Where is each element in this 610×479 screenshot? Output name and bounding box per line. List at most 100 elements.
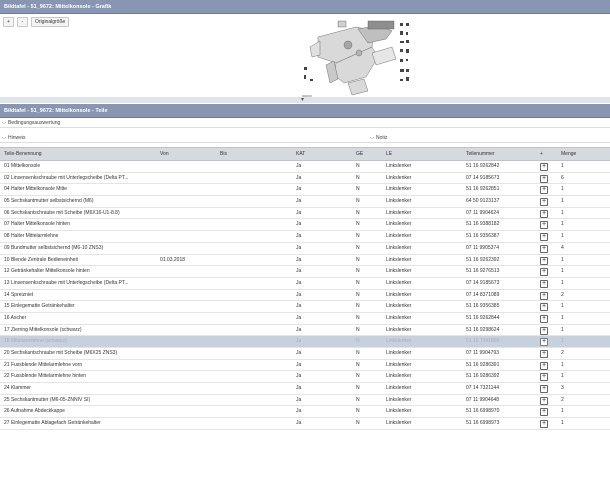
table-row[interactable]: 20 Sechskantschraube mit Scheibe (M6X25 … (0, 348, 610, 360)
table-row[interactable]: 26 Aufnahme Abdeckkappe Ja N Linkslenker 51 … (0, 406, 610, 419)
quantity-cell: 1 (561, 163, 564, 169)
ge-cell: N (356, 303, 360, 310)
note-toggle[interactable]: ⌵ Notiz (368, 134, 387, 143)
part-name-cell: 12 Getränkehalter Mittelkonsole hinten (4, 268, 90, 275)
part-number-cell: 07 14 8371089 (466, 291, 500, 298)
table-row[interactable]: 17 Zierring Mittelkonsole (schwarz) Ja N Li… (0, 325, 610, 337)
chevron-down-icon[interactable]: ⌵ (0, 119, 8, 128)
add-cell: + (537, 313, 557, 324)
kat-cell: Ja (296, 209, 302, 216)
add-to-cart-button[interactable]: + (540, 291, 548, 300)
steering-cell: Linkslenker (386, 361, 412, 368)
column-header-kat[interactable]: KAT (292, 148, 352, 160)
part-name-cell: 10 Blende Zentrale Bedieneinheit (4, 256, 78, 263)
table-row[interactable]: 13 Linsensenkschraube mit Unterlegscheib… (0, 278, 610, 290)
kat-cell: Ja (296, 420, 302, 427)
table-row[interactable]: 24 Klammer Ja N Linkslenker 07 14 7321144 +3 (0, 383, 610, 395)
steering-cell: Linkslenker (386, 163, 412, 169)
valid-to-cell (216, 395, 292, 406)
ge-cell: N (356, 385, 360, 392)
add-to-cart-button[interactable]: + (540, 338, 548, 347)
table-row[interactable]: 14 Spreizniet Ja N Linkslenker 07 14 8371089… (0, 290, 610, 302)
column-header-von[interactable]: Von (156, 148, 216, 160)
part-number-cell: 51 16 9356385 (466, 303, 500, 310)
steering-cell: Linkslenker (386, 279, 412, 286)
original-size-button[interactable]: Originalgröße (31, 17, 70, 27)
add-to-cart-button[interactable]: + (540, 186, 548, 195)
add-to-cart-button[interactable]: + (540, 314, 548, 323)
table-row[interactable]: 27 Einlegematte Ablagefach Getränkehalte… (0, 418, 610, 430)
add-to-cart-button[interactable]: + (540, 244, 548, 253)
table-row[interactable]: 01 Mittelkonsole Ja N Linkslenker 51 16 9262… (0, 161, 610, 173)
add-to-cart-button[interactable]: + (540, 268, 548, 277)
table-row[interactable]: 16 Ascher Ja N Linkslenker 51 16 9262844 +1 (0, 313, 610, 325)
add-to-cart-button[interactable]: + (540, 350, 548, 358)
add-to-cart-button[interactable]: + (540, 233, 548, 242)
part-name-cell: 25 Sechskantmutter (M6-05-ZNNIV SI) (4, 396, 91, 403)
zoom-in-button[interactable]: + (3, 17, 14, 27)
quantity-cell: 3 (561, 385, 564, 392)
chevron-down-icon[interactable]: ⌵ (368, 134, 376, 143)
quantity-cell: 1 (561, 314, 564, 321)
valid-from-cell (156, 161, 216, 172)
add-to-cart-button[interactable]: + (540, 174, 548, 183)
kat-cell: Ja (296, 373, 302, 380)
add-to-cart-button[interactable]: + (540, 361, 548, 370)
quantity-cell: 1 (561, 303, 564, 310)
condition-filter-row[interactable]: ⌵ Bedingungsauswertung (0, 119, 610, 128)
add-to-cart-button[interactable]: + (540, 163, 548, 171)
table-row[interactable]: 15 Einlegematte Getränkehalter Ja N Linksle… (0, 301, 610, 313)
add-to-cart-button[interactable]: + (540, 198, 548, 207)
valid-to-cell (216, 290, 292, 301)
column-header-name[interactable]: Teile-Benennung (0, 148, 156, 160)
chevron-down-icon[interactable]: ⌵ (0, 134, 8, 143)
valid-to-cell (216, 219, 292, 230)
add-to-cart-button[interactable]: + (540, 373, 548, 382)
add-to-cart-button[interactable]: + (540, 385, 548, 394)
column-header-ge[interactable]: GE (352, 148, 382, 160)
table-row[interactable]: 04 Halter Mittelkonsole Mitte Ja N Linkslen… (0, 184, 610, 197)
exploded-parts-diagram[interactable]: 0000000 (296, 17, 426, 101)
ge-cell: N (356, 373, 360, 380)
column-header-bis[interactable]: Bis (216, 148, 292, 160)
chevron-down-icon[interactable]: ▾ (301, 96, 304, 103)
table-row[interactable]: 21 Fussblende Mittelarmlehne vorn Ja N Link… (0, 360, 610, 372)
column-header-le[interactable]: LE (382, 148, 462, 160)
column-header-add[interactable]: + (537, 148, 557, 160)
add-to-cart-button[interactable]: + (540, 420, 548, 429)
ge-cell: N (356, 396, 360, 403)
add-to-cart-button[interactable]: + (540, 221, 548, 230)
valid-from-cell (156, 325, 216, 336)
table-row[interactable]: 09 Bundmutter selbstsichernd (M6-10 ZNS3… (0, 243, 610, 255)
zoom-out-button[interactable]: - (17, 17, 28, 27)
panel-splitter[interactable]: ▾ (0, 97, 610, 103)
table-row[interactable]: 05 Sechskantmutter selbstsichernd (M6) Ja… (0, 196, 610, 208)
hint-label[interactable]: Hinweis (8, 135, 26, 141)
add-to-cart-button[interactable]: + (540, 209, 548, 218)
add-to-cart-button[interactable]: + (540, 326, 548, 335)
table-row[interactable]: 22 Fussblende Mittelarmlehne hinten Ja N Li… (0, 371, 610, 384)
valid-to-cell (216, 313, 292, 324)
table-row[interactable]: 08 Halter Mittelarmlehne Ja N Linkslenker 51… (0, 231, 610, 243)
table-row[interactable]: 07 Halter Mittelkonsole hinten Ja N Linksle… (0, 219, 610, 232)
part-number-cell: 51 16 7341809 (466, 338, 500, 345)
add-to-cart-button[interactable]: + (540, 279, 548, 288)
table-row[interactable]: 10 Blende Zentrale Bedieneinheit 01.03.20… (0, 255, 610, 267)
table-row[interactable]: 25 Sechskantmutter (M6-05-ZNNIV SI) Ja N Li… (0, 395, 610, 407)
add-to-cart-button[interactable]: + (540, 408, 548, 417)
valid-from-cell (156, 406, 216, 417)
part-name-cell: 14 Spreizniet (4, 291, 34, 298)
table-row[interactable]: 02 Linsensenkschraube mit Unterlegscheib… (0, 173, 610, 185)
table-row[interactable]: 06 Sechskantschraube mit Scheibe (M6X16-… (0, 208, 610, 220)
ge-cell: N (356, 244, 360, 251)
add-to-cart-button[interactable]: + (540, 256, 548, 265)
table-row[interactable]: 18 Mittelarmlehne (schwarz) Ja N Linkslenke… (0, 336, 610, 348)
add-to-cart-button[interactable]: + (540, 303, 548, 312)
table-row[interactable]: 12 Getränkehalter Mittelkonsole hinten Ja… (0, 266, 610, 278)
column-header-menge[interactable]: Menge (557, 148, 610, 160)
steering-cell: Linkslenker (386, 350, 412, 356)
kat-cell: Ja (296, 350, 302, 356)
column-header-part-number[interactable]: Teilenummer (462, 148, 537, 160)
add-to-cart-button[interactable]: + (540, 396, 548, 405)
parts-panel-title: Bildtafel - 51_9672: Mittelkonsole - Tei… (0, 104, 610, 118)
